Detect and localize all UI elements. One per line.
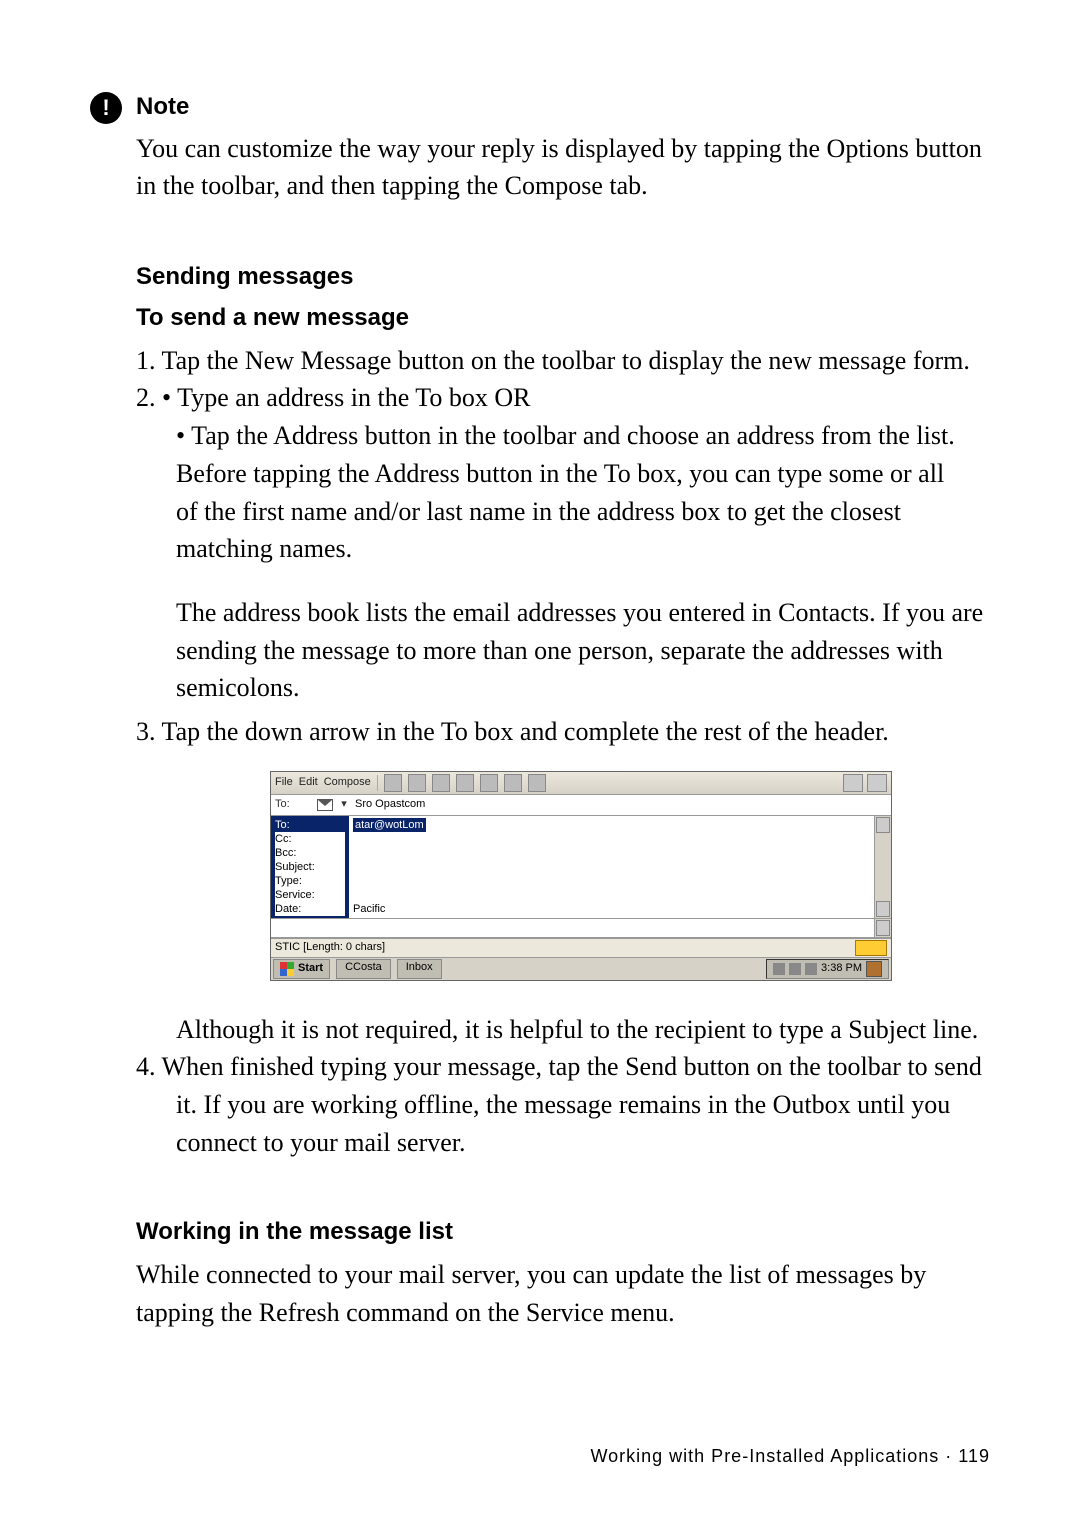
scroll-down-icon[interactable]	[876, 920, 890, 936]
close-button[interactable]	[867, 774, 887, 792]
windows-logo-icon	[280, 962, 294, 976]
header-labels: To: Cc: Bcc: Subject: Type: Service: Dat…	[271, 816, 349, 918]
toolbar-icon[interactable]	[504, 774, 522, 792]
step-4a: 4. When finished typing your message, ta…	[136, 1048, 990, 1086]
note-icon: !	[90, 92, 122, 124]
show-desktop-icon[interactable]	[866, 961, 882, 977]
toolbar-icon[interactable]	[384, 774, 402, 792]
note-body: You can customize the way your reply is …	[136, 130, 990, 205]
sending-heading: Sending messages	[136, 260, 990, 295]
taskbar-task-1[interactable]: CCosta	[336, 959, 391, 979]
menu-edit[interactable]: Edit	[299, 775, 318, 791]
step-2-line-3: of the first name and/or last name in th…	[176, 493, 990, 531]
menu-file[interactable]: File	[275, 775, 293, 791]
sending-subheading: To send a new message	[136, 301, 990, 336]
step-4b: it. If you are working offline, the mess…	[176, 1086, 990, 1124]
step-2-line-4: matching names.	[176, 530, 990, 568]
step-2-p2b: sending the message to more than one per…	[176, 632, 990, 670]
hdr-date-value[interactable]: Pacific	[353, 902, 870, 916]
header-fields: To: Cc: Bcc: Subject: Type: Service: Dat…	[271, 816, 891, 919]
working-body: While connected to your mail server, you…	[136, 1256, 990, 1331]
tray-time: 3:38 PM	[821, 961, 862, 977]
taskbar-task-2[interactable]: Inbox	[397, 959, 442, 979]
tray-icon[interactable]	[773, 963, 785, 975]
note-block: ! Note	[90, 90, 990, 125]
toolbar-icon[interactable]	[528, 774, 546, 792]
hdr-service-label: Service:	[275, 888, 345, 902]
step-2-bullet-1: • Tap the Address button in the toolbar …	[176, 417, 990, 455]
to-label: To:	[275, 797, 311, 813]
to-row: To: ▾ Sro Opastcom	[271, 795, 891, 816]
scroll-up-icon[interactable]	[876, 817, 890, 833]
app-toolbar: File Edit Compose	[271, 772, 891, 795]
after-screenshot-line: Although it is not required, it is helpf…	[176, 1011, 990, 1049]
start-label: Start	[298, 961, 323, 977]
header-values: atar@wotLom Pacific	[349, 816, 874, 918]
start-button[interactable]: Start	[273, 959, 330, 979]
step-2-p2a: The address book lists the email address…	[176, 594, 990, 632]
step-3: 3. Tap the down arrow in the To box and …	[136, 713, 990, 751]
hdr-to-value[interactable]: atar@wotLom	[353, 818, 426, 832]
scroll-down-icon[interactable]	[876, 901, 890, 917]
mail-icon[interactable]	[317, 799, 333, 811]
tray-icon[interactable]	[789, 963, 801, 975]
system-tray[interactable]: 3:38 PM	[766, 959, 889, 979]
hdr-type-value[interactable]	[353, 874, 870, 888]
hdr-bcc-label: Bcc:	[275, 846, 345, 860]
note-heading: Note	[136, 90, 189, 125]
scrollbar[interactable]	[874, 816, 891, 918]
toolbar-icon[interactable]	[432, 774, 450, 792]
tray-icon[interactable]	[805, 963, 817, 975]
embedded-screenshot: File Edit Compose To: ▾	[270, 771, 990, 981]
hdr-service-value[interactable]	[353, 888, 870, 902]
toolbar-icon[interactable]	[408, 774, 426, 792]
hdr-type-label: Type:	[275, 874, 345, 888]
hdr-cc-value[interactable]	[353, 832, 870, 846]
taskbar: Start CCosta Inbox 3:38 PM	[271, 958, 891, 980]
step-2-intro: 2. • Type an address in the To box OR	[136, 379, 990, 417]
message-body[interactable]	[271, 919, 891, 938]
help-button[interactable]	[843, 774, 863, 792]
status-text: STIC [Length: 0 chars]	[275, 940, 385, 956]
hdr-subject-label: Subject:	[275, 860, 345, 874]
toolbar-icon[interactable]	[480, 774, 498, 792]
hdr-subject-value[interactable]	[353, 860, 870, 874]
step-2-p2c: semicolons.	[176, 669, 990, 707]
document-page: ! Note You can customize the way your re…	[0, 0, 1080, 1529]
step-1: 1. Tap the New Message button on the too…	[136, 342, 990, 380]
page-footer: Working with Pre-Installed Applications …	[590, 1443, 990, 1469]
step-4c: connect to your mail server.	[176, 1124, 990, 1162]
working-heading: Working in the message list	[136, 1215, 990, 1250]
app-window: File Edit Compose To: ▾	[270, 771, 892, 981]
status-bar: STIC [Length: 0 chars]	[271, 938, 891, 958]
hdr-cc-label: Cc:	[275, 832, 345, 846]
hdr-bcc-value[interactable]	[353, 846, 870, 860]
toolbar-separator	[377, 775, 378, 791]
step-2-line-2: Before tapping the Address button in the…	[176, 455, 990, 493]
menu-compose[interactable]: Compose	[324, 775, 371, 791]
hdr-to-label: To:	[275, 818, 345, 832]
hdr-date-label: Date:	[275, 902, 345, 916]
toolbar-icon[interactable]	[456, 774, 474, 792]
status-icon	[855, 940, 887, 956]
to-value[interactable]: Sro Opastcom	[355, 797, 425, 813]
chevron-down-icon[interactable]: ▾	[339, 797, 349, 813]
